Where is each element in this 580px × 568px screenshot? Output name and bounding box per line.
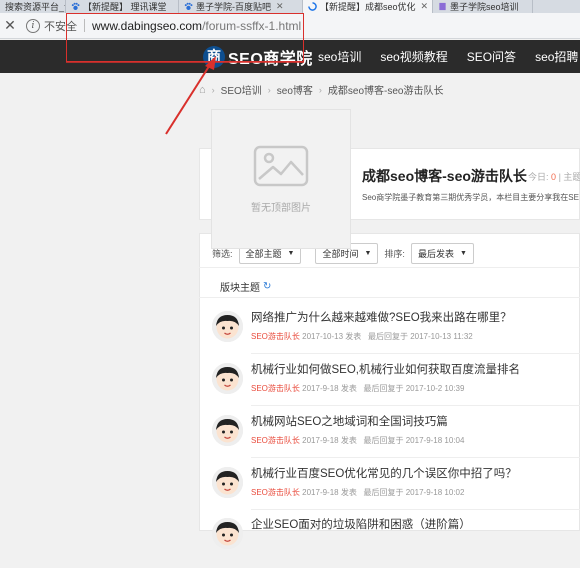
caret-down-icon: ▼: [287, 250, 295, 257]
avatar[interactable]: [212, 363, 243, 394]
browser-tab[interactable]: 【新提醒】 理讯课堂: [66, 0, 179, 13]
thread-last-reply: 最后回复于 2017-10-13 11:32: [367, 332, 473, 341]
divider: [251, 405, 580, 406]
close-tab-icon[interactable]: ✕: [421, 1, 429, 12]
thread-title[interactable]: 机械网站SEO之地域词和全国词技巧篇: [251, 413, 448, 429]
baidu-paw-icon: [71, 2, 80, 11]
breadcrumb-item[interactable]: SEO培训: [221, 82, 262, 97]
browser-tab-label: 【新提醒】 理讯课堂: [83, 2, 167, 12]
image-placeholder-icon: [253, 145, 309, 186]
divider: [251, 353, 580, 354]
browser-tab[interactable]: 墨子学院-百度贴吧 ✕: [179, 0, 303, 13]
baidu-paw-icon: [184, 2, 193, 11]
loading-icon: [308, 2, 317, 11]
thread-meta: SEO游击队长 2017-9-18 发表 最后回复于 2017-10-2 10:…: [251, 383, 464, 394]
info-icon[interactable]: i: [26, 18, 40, 33]
avatar-icon: [212, 518, 243, 549]
browser-tab-label: 【新提醒】成都seo优化: [320, 2, 416, 12]
thread-row[interactable]: 机械行业如何做SEO,机械行业如何获取百度流量排名 SEO游击队长 2017-9-…: [212, 361, 580, 413]
thread-row[interactable]: 机械网站SEO之地域词和全国词技巧篇 SEO游击队长 2017-9-18 发表 最…: [212, 413, 580, 465]
caret-down-icon: ▼: [459, 250, 467, 257]
avatar-icon: [212, 363, 243, 394]
nav-item-seo-qa[interactable]: SEO问答: [467, 48, 516, 65]
browser-tab-strip: 搜索资源平台_让网 【新提醒】 理讯课堂 墨子学院-百度贴吧 ✕ 【新提醒】成都…: [0, 0, 580, 13]
stop-loading-icon[interactable]: ✕: [0, 17, 20, 34]
refresh-icon[interactable]: ↻: [263, 281, 271, 292]
nav-item-seo-video[interactable]: seo视频教程: [380, 48, 447, 65]
annotation-highlight-box: [66, 13, 304, 62]
sort-value: 最后发表: [417, 249, 454, 259]
thread-title[interactable]: 企业SEO面对的垃圾陷阱和困惑（进阶篇）: [251, 516, 471, 532]
thread-author[interactable]: SEO游击队长: [251, 332, 300, 341]
browser-tab-active[interactable]: 【新提醒】成都seo优化 ✕: [303, 0, 433, 13]
thread-date: 2017-9-18 发表: [302, 384, 357, 393]
thread-date: 2017-9-18 发表: [302, 488, 357, 497]
avatar-icon: [212, 467, 243, 498]
nav-item-seo-jobs[interactable]: seo招聘: [535, 48, 578, 65]
thread-last-reply: 最后回复于 2017-9-18 10:02: [363, 488, 465, 497]
stats-suffix: | 主题: [558, 172, 580, 182]
divider: [251, 457, 580, 458]
breadcrumb: ⌂ › SEO培训 › seo博客 › 成都seo博客-seo游击队长: [199, 82, 444, 98]
thread-meta: SEO游击队长 2017-10-13 发表 最后回复于 2017-10-13 1…: [251, 331, 473, 342]
breadcrumb-separator: ›: [318, 84, 322, 95]
sort-select[interactable]: 最后发表 ▼: [410, 243, 474, 264]
forum-description: Seo商学院墨子教育第三期优秀学员，本栏目主要分享我在SE: [362, 193, 579, 202]
thread-title[interactable]: 网络推广为什么越来越难做?SEO我来出路在哪里？: [251, 309, 512, 325]
avatar-icon: [212, 311, 243, 342]
thread-author[interactable]: SEO游击队长: [251, 488, 300, 497]
page-icon: [439, 2, 446, 11]
avatar[interactable]: [212, 467, 243, 498]
close-tab-icon[interactable]: ✕: [276, 1, 284, 12]
stats-prefix: 今日:: [528, 172, 549, 182]
thread-row[interactable]: 企业SEO面对的垃圾陷阱和困惑（进阶篇）SEO游击队长: [212, 516, 580, 568]
thread-last-reply: 最后回复于 2017-9-18 10:04: [363, 436, 465, 445]
divider: [251, 509, 580, 510]
cover-label: 暂无顶部图片: [251, 202, 311, 214]
thread-row[interactable]: 网络推广为什么越来越难做?SEO我来出路在哪里？ SEO游击队长 2017-10-…: [212, 309, 580, 361]
forum-cover-placeholder: 暂无顶部图片: [211, 109, 351, 249]
tab-board-threads[interactable]: 版块主题 ↻: [220, 279, 271, 294]
avatar[interactable]: [212, 415, 243, 446]
home-icon[interactable]: ⌂: [199, 84, 206, 96]
thread-author[interactable]: SEO游击队长: [251, 436, 300, 445]
nav-item-seo-training[interactable]: seo培训: [318, 48, 361, 65]
breadcrumb-item[interactable]: seo博客: [277, 82, 313, 97]
thread-meta: SEO游击队长 2017-9-18 发表 最后回复于 2017-9-18 10:…: [251, 487, 464, 498]
thread-author[interactable]: SEO游击队长: [251, 384, 300, 393]
breadcrumb-separator: ›: [211, 84, 215, 95]
avatar[interactable]: [212, 518, 243, 549]
thread-title[interactable]: 机械行业如何做SEO,机械行业如何获取百度流量排名: [251, 361, 520, 377]
sort-label: 排序:: [384, 249, 405, 259]
caret-down-icon: ▼: [364, 250, 372, 257]
forum-stats: 今日: 0 | 主题: [528, 170, 580, 183]
avatar[interactable]: [212, 311, 243, 342]
browser-tab-label: 搜索资源平台_让网: [5, 2, 65, 12]
thread-last-reply: 最后回复于 2017-10-2 10:39: [363, 384, 465, 393]
forum-title: 成都seo博客-seo游击队长: [362, 168, 527, 184]
board-tab-label: 版块主题: [220, 283, 260, 294]
avatar-icon: [212, 415, 243, 446]
breadcrumb-item[interactable]: 成都seo博客-seo游击队长: [328, 82, 444, 97]
breadcrumb-separator: ›: [267, 84, 271, 95]
thread-meta: SEO游击队长 2017-9-18 发表 最后回复于 2017-9-18 10:…: [251, 435, 464, 446]
browser-tab[interactable]: 搜索资源平台_让网: [0, 0, 66, 13]
thread-date: 2017-10-13 发表: [302, 332, 362, 341]
thread-row[interactable]: 机械行业百度SEO优化常见的几个误区你中招了吗？ SEO游击队长 2017-9-1…: [212, 465, 580, 517]
divider: [199, 297, 580, 298]
thread-title[interactable]: 机械行业百度SEO优化常见的几个误区你中招了吗？: [251, 465, 517, 481]
thread-date: 2017-9-18 发表: [302, 436, 357, 445]
divider: [199, 267, 580, 268]
nav-links: seo培训 seo视频教程 SEO问答 seo招聘: [318, 40, 580, 73]
stats-today: 0: [551, 172, 557, 182]
browser-tab-label: 墨子学院seo培训: [450, 2, 519, 12]
browser-tab-label: 墨子学院-百度贴吧: [196, 2, 271, 12]
browser-tab[interactable]: 墨子学院seo培训: [433, 0, 533, 13]
